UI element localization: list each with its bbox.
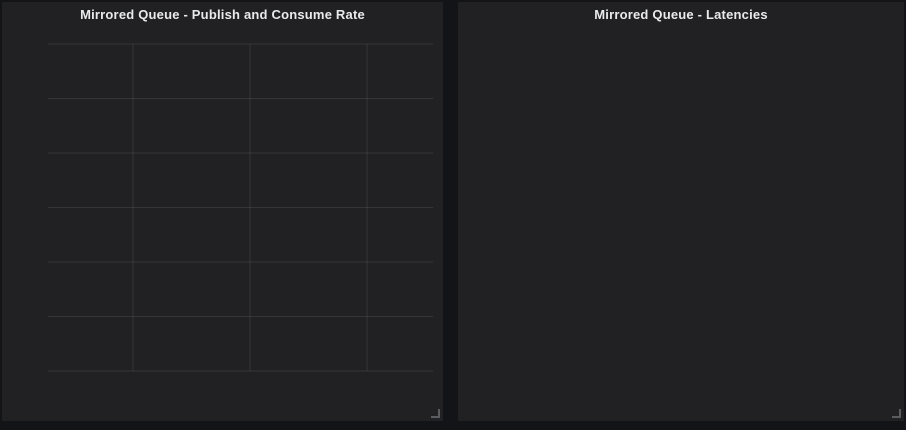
- panel-latencies: Mirrored Queue - Latencies: [458, 2, 904, 421]
- panel-resize-handle-icon[interactable]: [431, 409, 440, 418]
- dashboard: Mirrored Queue - Publish and Consume Rat…: [0, 0, 906, 430]
- panel-resize-handle-icon[interactable]: [892, 409, 901, 418]
- chart-plot-area[interactable]: [458, 2, 904, 421]
- panel-publish-consume-rate: Mirrored Queue - Publish and Consume Rat…: [2, 2, 443, 421]
- chart-plot-area[interactable]: [2, 2, 443, 421]
